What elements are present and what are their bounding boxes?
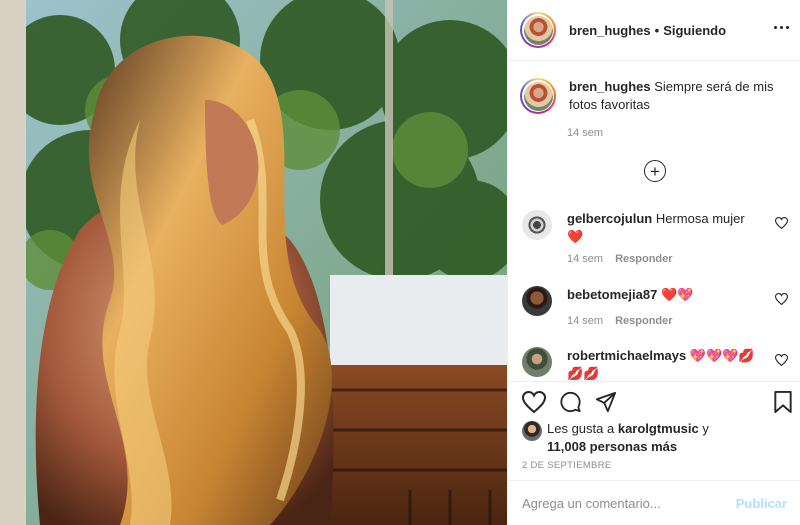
- comment-emoji-line2: 💋💋: [567, 366, 600, 380]
- avatar[interactable]: [523, 15, 553, 45]
- post-header: bren_hughes • Siguiendo: [508, 0, 800, 61]
- comment-username[interactable]: gelbercojulun: [567, 211, 652, 226]
- comment-input[interactable]: [522, 495, 736, 511]
- comment-avatar[interactable]: [522, 210, 552, 240]
- reply-button[interactable]: Responder: [615, 315, 672, 327]
- story-ring[interactable]: [520, 12, 556, 48]
- comment-like-heart-icon[interactable]: [775, 293, 788, 305]
- comment-like-heart-icon[interactable]: [775, 217, 788, 229]
- bookmark-icon[interactable]: [773, 391, 793, 414]
- paper-plane-icon[interactable]: [595, 391, 617, 413]
- likes-summary: Les gusta a karolgtmusic y 11,008 person…: [522, 420, 709, 456]
- comment-item: robertmichaelmays 💖💖💖💋 💋💋: [522, 347, 788, 380]
- caption-avatar[interactable]: [523, 81, 553, 111]
- comment-emoji: ❤️💖: [660, 287, 694, 302]
- caption-username[interactable]: bren_hughes: [569, 79, 651, 94]
- separator-dot: •: [654, 22, 660, 38]
- caption: bren_hughes Siempre será de mis fotos fa…: [520, 78, 792, 114]
- comment-emoji: 💖💖💖💋: [689, 348, 755, 363]
- comment-time[interactable]: 14 sem: [567, 253, 603, 265]
- comment-time[interactable]: 14 sem: [567, 315, 603, 327]
- caption-story-ring[interactable]: [520, 78, 556, 114]
- add-comment-bar: Publicar: [508, 480, 800, 525]
- comment-avatar[interactable]: [522, 286, 552, 316]
- comment-text: Hermosa mujer: [655, 211, 745, 226]
- publish-button[interactable]: Publicar: [736, 496, 787, 511]
- comment-avatar[interactable]: [522, 347, 552, 377]
- comment-like-heart-icon[interactable]: [775, 354, 788, 366]
- likes-prefix: Les gusta a: [547, 421, 615, 436]
- comment-item: bebetomejia87 ❤️💖 14 sem Responder: [522, 286, 788, 330]
- comment-bubble-icon[interactable]: [559, 391, 582, 413]
- more-options-icon[interactable]: [774, 26, 789, 29]
- comment-item: gelbercojulun Hermosa mujer ❤️ 14 sem Res…: [522, 210, 788, 270]
- likes-count[interactable]: 11,008 personas más: [547, 439, 677, 454]
- comment-username[interactable]: bebetomejia87: [567, 287, 657, 302]
- header-username[interactable]: bren_hughes: [569, 23, 651, 38]
- post-photo[interactable]: [0, 0, 507, 525]
- comment-username[interactable]: robertmichaelmays: [567, 348, 686, 363]
- comment-emoji: ❤️: [567, 229, 584, 244]
- reply-button[interactable]: Responder: [615, 253, 672, 265]
- post-actions: Les gusta a karolgtmusic y 11,008 person…: [508, 381, 800, 525]
- heart-icon[interactable]: [522, 391, 546, 413]
- post-sidebar: bren_hughes • Siguiendo bren_hughes Siem…: [507, 0, 800, 525]
- liker-avatar[interactable]: [522, 421, 542, 441]
- post-image: [0, 0, 507, 525]
- post-date[interactable]: 2 DE SEPTIEMBRE: [522, 460, 612, 471]
- liker-username[interactable]: karolgtmusic: [618, 421, 699, 436]
- caption-time[interactable]: 14 sem: [567, 127, 603, 139]
- following-button[interactable]: Siguiendo: [663, 23, 726, 38]
- likes-joiner: y: [702, 421, 709, 436]
- load-more-comments-icon[interactable]: +: [644, 160, 666, 182]
